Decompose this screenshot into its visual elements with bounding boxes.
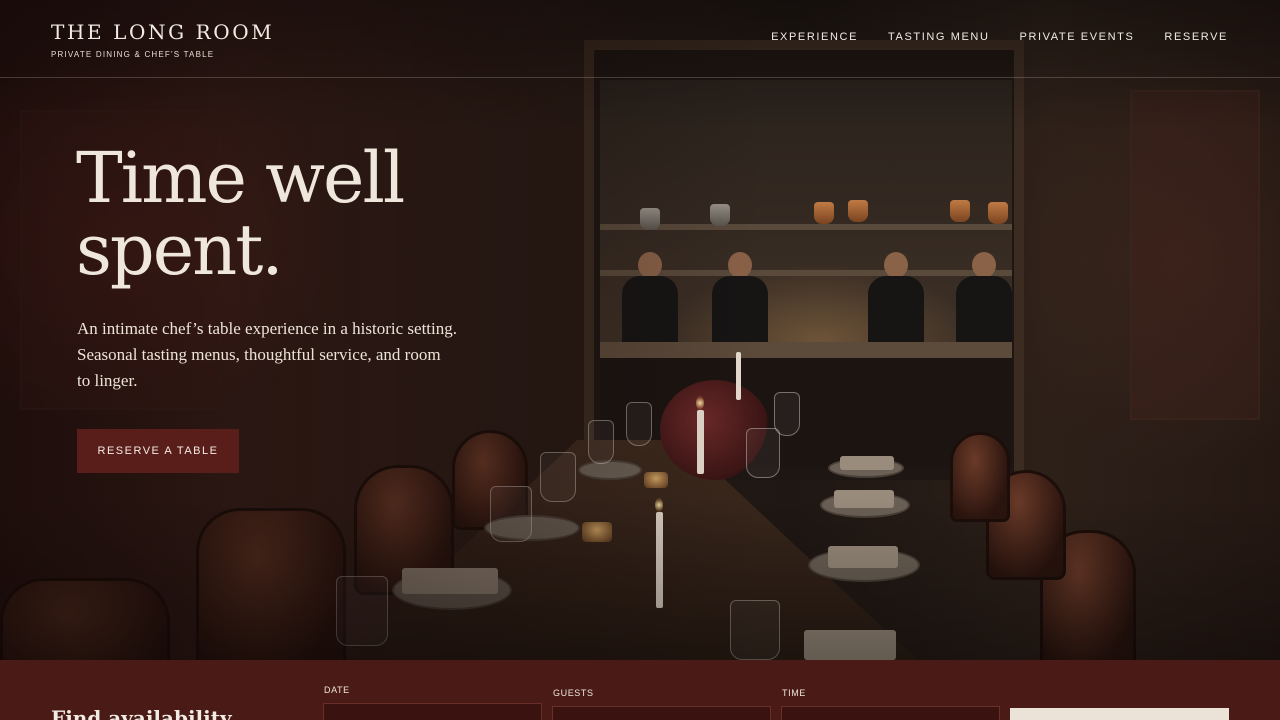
nav-link-tasting-menu[interactable]: TASTING MENU [888,31,990,43]
date-label: DATE [324,685,350,695]
main-nav: EXPERIENCE TASTING MENU PRIVATE EVENTS R… [771,31,1228,43]
time-field[interactable] [781,706,1000,720]
find-availability-button[interactable] [1010,708,1229,720]
availability-title: Find availability [51,706,232,720]
reserve-table-button[interactable]: RESERVE A TABLE [77,429,239,473]
nav-link-reserve[interactable]: RESERVE [1164,31,1228,43]
brand-tagline: PRIVATE DINING & CHEF'S TABLE [51,50,215,59]
guests-field[interactable] [552,706,771,720]
brand-name: THE LONG ROOM [51,20,275,44]
time-label: TIME [782,688,806,698]
nav-link-private-events[interactable]: PRIVATE EVENTS [1020,31,1135,43]
brand-logo[interactable]: THE LONG ROOM PRIVATE DINING & CHEF'S TA… [51,20,274,59]
date-field[interactable] [323,703,542,720]
hero-subtitle: An intimate chef’s table experience in a… [77,319,458,390]
hero-title: Time well spent. [76,137,405,291]
nav-link-experience[interactable]: EXPERIENCE [771,31,858,43]
guests-label: GUESTS [553,688,594,698]
availability-bar: Find availability DATE GUESTS TIME [0,660,1280,720]
site-header: THE LONG ROOM PRIVATE DINING & CHEF'S TA… [0,0,1280,78]
